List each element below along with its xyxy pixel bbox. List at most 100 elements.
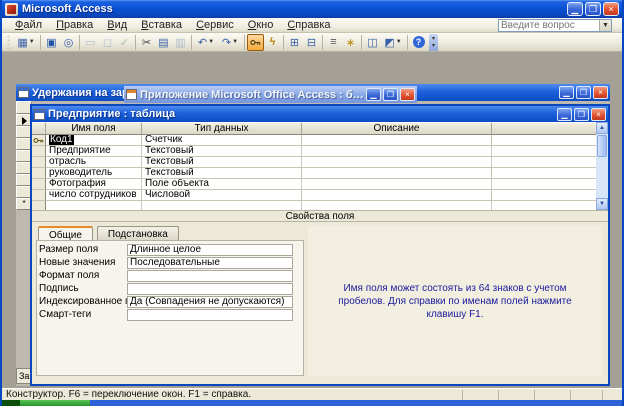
status-bar: Конструктор. F6 = переключение окон. F1 … <box>2 388 622 400</box>
database-window-button[interactable]: ◫ <box>364 34 381 51</box>
scroll-down-icon[interactable]: ▼ <box>596 198 608 210</box>
property-value-field[interactable] <box>127 270 293 282</box>
property-value-field[interactable]: Последовательные <box>127 257 293 269</box>
row-selector[interactable] <box>32 168 46 179</box>
field-desc-cell[interactable] <box>302 135 492 146</box>
scrollbar-track[interactable] <box>596 158 608 198</box>
view-button[interactable]: ▦▼ <box>14 34 38 51</box>
copy-button[interactable]: ▤ <box>155 34 172 51</box>
field-type-cell[interactable]: Числовой <box>142 190 302 201</box>
start-button-sliver[interactable] <box>20 400 90 406</box>
field-type-cell[interactable]: Счетчик <box>142 135 302 146</box>
app-titlebar[interactable]: Microsoft Access ▁ ❒ × <box>2 0 622 18</box>
delete-rows-button[interactable]: ⊟ <box>303 34 320 51</box>
menu-edit[interactable]: Правка <box>49 18 100 32</box>
grid-vertical-scrollbar[interactable]: ▲ ▼ <box>596 122 608 210</box>
property-value-field[interactable] <box>127 309 293 321</box>
toolbar-grip-icon[interactable] <box>7 35 11 49</box>
field-name-cell[interactable] <box>46 201 142 210</box>
db-minimize-button[interactable]: ▁ <box>366 88 381 101</box>
field-row[interactable]: руководитель Текстовый <box>32 168 608 179</box>
designer-close-button[interactable]: × <box>591 108 606 121</box>
row-selector[interactable] <box>32 201 46 210</box>
cut-button[interactable]: ✂ <box>138 34 155 51</box>
row-selector[interactable] <box>32 146 46 157</box>
field-row[interactable]: Фотография Поле объекта <box>32 179 608 190</box>
menu-tools[interactable]: Сервис <box>189 18 241 32</box>
back-restore-button[interactable]: ❒ <box>576 86 591 99</box>
tab-general[interactable]: Общие <box>38 226 93 241</box>
back-minimize-button[interactable]: ▁ <box>559 86 574 99</box>
field-type-cell[interactable]: Текстовый <box>142 146 302 157</box>
property-value-field[interactable]: Длинное целое <box>127 244 293 256</box>
help-button[interactable]: ? <box>410 34 427 51</box>
undo-button[interactable]: ↶▼ <box>194 34 218 51</box>
field-name-cell[interactable]: Фотография <box>46 179 142 190</box>
property-value-field[interactable] <box>127 283 293 295</box>
menu-help[interactable]: Справка <box>280 18 337 32</box>
field-type-cell[interactable] <box>142 201 302 210</box>
row-selector[interactable] <box>32 179 46 190</box>
designer-titlebar[interactable]: Предприятие : таблица ▁ ❒ × <box>32 106 608 122</box>
spelling-button[interactable]: ✓ <box>116 34 133 51</box>
field-type-cell[interactable]: Текстовый <box>142 157 302 168</box>
ask-question-input[interactable] <box>499 20 599 31</box>
field-desc-cell[interactable] <box>302 201 492 210</box>
field-desc-cell[interactable] <box>302 190 492 201</box>
print-button[interactable]: ▭ <box>82 34 99 51</box>
field-row[interactable]: Предприятие Текстовый <box>32 146 608 157</box>
builder-button[interactable]: ∗ <box>342 34 359 51</box>
field-row[interactable]: отрасль Текстовый <box>32 157 608 168</box>
field-type-cell[interactable]: Текстовый <box>142 168 302 179</box>
print-preview-button[interactable]: ◻ <box>99 34 116 51</box>
property-value-field[interactable]: Да (Совпадения не допускаются) <box>127 296 293 308</box>
field-row[interactable]: число сотрудников Числовой <box>32 190 608 201</box>
designer-restore-button[interactable]: ❒ <box>574 108 589 121</box>
menu-file[interactable]: Файл <box>8 18 49 32</box>
tab-lookup[interactable]: Подстановка <box>97 226 179 241</box>
database-window-titlebar[interactable]: Приложение Microsoft Office Access : баз… <box>124 86 417 103</box>
property-row: Подпись <box>39 282 303 295</box>
save-button[interactable]: ▣ <box>43 34 60 51</box>
status-separator <box>462 390 463 400</box>
field-desc-cell[interactable] <box>302 168 492 179</box>
file-search-button[interactable]: ◎ <box>60 34 77 51</box>
field-name-cell[interactable]: отрасль <box>46 157 142 168</box>
restore-button[interactable]: ❒ <box>585 2 601 16</box>
toolbar-options-button[interactable]: ▾▾ <box>429 34 438 51</box>
menu-insert[interactable]: Вставка <box>134 18 189 32</box>
taskbar-sliver[interactable] <box>2 400 622 406</box>
field-desc-cell[interactable] <box>302 146 492 157</box>
scroll-up-icon[interactable]: ▲ <box>596 122 608 134</box>
field-type-cell[interactable]: Поле объекта <box>142 179 302 190</box>
field-desc-cell[interactable] <box>302 179 492 190</box>
menu-window[interactable]: Окно <box>241 18 281 32</box>
new-object-button[interactable]: ◩▼ <box>381 34 405 51</box>
close-button[interactable]: × <box>603 2 619 16</box>
menu-view[interactable]: Вид <box>100 18 134 32</box>
minimize-button[interactable]: ▁ <box>567 2 583 16</box>
row-selector-primary-key[interactable] <box>32 135 46 146</box>
field-desc-cell[interactable] <box>302 157 492 168</box>
primary-key-button[interactable] <box>247 34 264 51</box>
question-dropdown-icon[interactable]: ▼ <box>599 20 611 31</box>
field-row[interactable]: Код1 Счетчик <box>32 135 608 146</box>
designer-minimize-button[interactable]: ▁ <box>557 108 572 121</box>
field-name-cell[interactable]: руководитель <box>46 168 142 179</box>
indexes-button[interactable]: ϟ <box>264 34 281 51</box>
ask-question-box[interactable]: ▼ <box>498 19 612 32</box>
field-name-cell[interactable]: Код1 <box>46 135 142 146</box>
insert-rows-button[interactable]: ⊞ <box>286 34 303 51</box>
paste-button[interactable]: ▥ <box>172 34 189 51</box>
field-name-cell[interactable]: Предприятие <box>46 146 142 157</box>
row-selector[interactable] <box>32 157 46 168</box>
field-name-cell[interactable]: число сотрудников <box>46 190 142 201</box>
properties-button[interactable]: ≡ <box>325 34 342 51</box>
redo-button[interactable]: ↷▼ <box>218 34 242 51</box>
scrollbar-thumb[interactable] <box>597 135 607 157</box>
db-restore-button[interactable]: ❒ <box>383 88 398 101</box>
back-close-button[interactable]: × <box>593 86 608 99</box>
db-close-button[interactable]: × <box>400 88 415 101</box>
row-selector[interactable] <box>32 190 46 201</box>
field-row-empty[interactable] <box>32 201 608 210</box>
